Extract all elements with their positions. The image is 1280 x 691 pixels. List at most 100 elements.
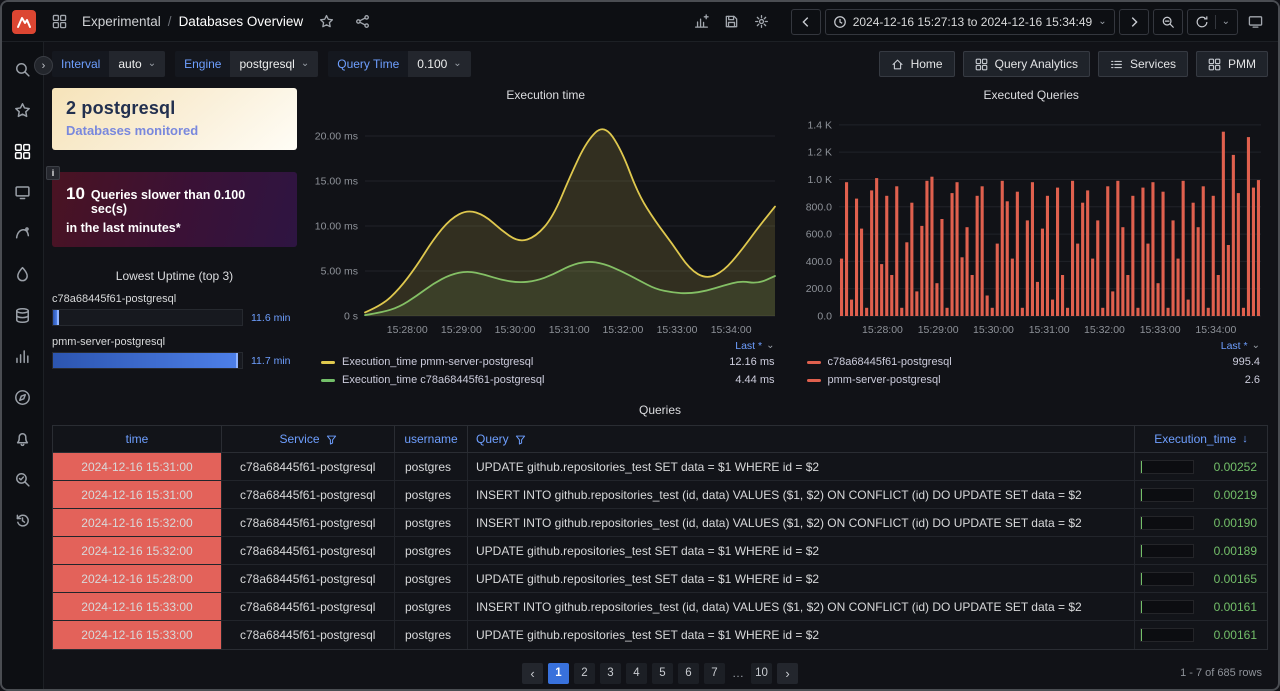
cell-time: 2024-12-16 15:31:00	[53, 453, 222, 481]
execution-gauge-track	[1140, 600, 1194, 614]
add-panel-icon[interactable]	[689, 9, 715, 35]
cell-query: UPDATE github.repositories_test SET data…	[468, 565, 1135, 593]
backup-icon	[14, 512, 31, 529]
query-time-control[interactable]: Query Time 0.100⌄	[328, 51, 470, 77]
pagination-next-button[interactable]: ›	[777, 663, 798, 684]
home-icon	[891, 58, 904, 71]
pagination-page-10[interactable]: 10	[751, 663, 772, 684]
legend-item[interactable]: Execution_time c78a68445f61-postgresql4.…	[321, 371, 775, 389]
pmm-button[interactable]: PMM	[1196, 51, 1268, 77]
table-row: 2024-12-16 15:33:00c78a68445f61-postgres…	[53, 593, 1267, 621]
pagination-page-7[interactable]: 7	[704, 663, 725, 684]
time-forward-button[interactable]	[1119, 9, 1149, 35]
breadcrumb-page[interactable]: Databases Overview	[179, 14, 304, 29]
execution-gauge-track	[1140, 488, 1194, 502]
cell-time: 2024-12-16 15:32:00	[53, 509, 222, 537]
starred-icon	[14, 102, 31, 119]
uptime-gauge: c78a68445f61-postgresql11.6 min	[52, 293, 297, 326]
legend-item[interactable]: Execution_time pmm-server-postgresql12.1…	[321, 353, 775, 371]
pagination-page-3[interactable]: 3	[600, 663, 621, 684]
legend-calc-header[interactable]: Last *⌄	[807, 338, 1261, 353]
zoom-out-button[interactable]	[1153, 9, 1183, 35]
interval-label: Interval	[52, 51, 109, 77]
sidebar-item-mysql[interactable]	[10, 220, 36, 246]
favorite-star-icon[interactable]	[313, 9, 339, 35]
sidebar-expand-button[interactable]: ›	[34, 56, 53, 75]
interval-value[interactable]: auto⌄	[109, 51, 165, 77]
svg-text:15:33:00: 15:33:00	[1139, 324, 1180, 336]
series-color-swatch	[807, 379, 821, 382]
table-row: 2024-12-16 15:32:00c78a68445f61-postgres…	[53, 509, 1267, 537]
chevron-down-icon: ⌄	[301, 59, 309, 69]
time-back-button[interactable]	[791, 9, 821, 35]
clock-icon	[833, 15, 847, 29]
sidebar-item-search[interactable]	[10, 56, 36, 82]
services-button[interactable]: Services	[1098, 51, 1188, 77]
panel-title: Lowest Uptime (top 3)	[52, 269, 297, 283]
execution-time-chart[interactable]: 0 s5.00 ms10.00 ms15.00 ms20.00 ms15:28:…	[309, 106, 783, 338]
time-range-picker[interactable]: 2024-12-16 15:27:13 to 2024-12-16 15:34:…	[825, 9, 1115, 35]
share-icon[interactable]	[349, 9, 375, 35]
legend-item[interactable]: c78a68445f61-postgresql995.4	[807, 353, 1261, 371]
time-range-text: 2024-12-16 15:27:13 to 2024-12-16 15:34:…	[853, 15, 1093, 29]
info-icon[interactable]: i	[46, 166, 60, 180]
sidebar-item-operating-system[interactable]	[10, 179, 36, 205]
refresh-button[interactable]: ⌄	[1187, 9, 1238, 35]
svg-text:10.00 ms: 10.00 ms	[315, 221, 358, 233]
column-header-username[interactable]: username	[395, 426, 468, 453]
mysql-icon	[14, 225, 31, 242]
sidebar-item-backup[interactable]	[10, 507, 36, 533]
sidebar-item-dashboards[interactable]	[10, 138, 36, 164]
sidebar-item-starred[interactable]	[10, 97, 36, 123]
legend-item[interactable]: pmm-server-postgresql2.6	[807, 371, 1261, 389]
query-analytics-button[interactable]: Query Analytics	[963, 51, 1090, 77]
breadcrumb-section[interactable]: Experimental	[82, 14, 161, 29]
cell-time: 2024-12-16 15:31:00	[53, 481, 222, 509]
engine-control[interactable]: Engine postgresql⌄	[175, 51, 318, 77]
filter-icon[interactable]	[515, 434, 526, 445]
cell-execution-time: 0.00219	[1135, 481, 1267, 509]
execution-time-value: 0.00219	[1202, 488, 1257, 502]
sidebar-item-explore[interactable]	[10, 384, 36, 410]
column-header-service[interactable]: Service	[222, 426, 395, 453]
pagination-prev-button[interactable]: ‹	[522, 663, 543, 684]
refresh-icon	[1195, 15, 1209, 29]
refresh-interval-caret[interactable]: ⌄	[1222, 17, 1230, 27]
pmm-logo[interactable]	[12, 10, 36, 34]
executed-queries-chart[interactable]: 0.0200.0400.0600.0800.01.0 K1.2 K1.4 K15…	[795, 106, 1269, 338]
sidebar-item-mongodb[interactable]	[10, 261, 36, 287]
filter-icon[interactable]	[326, 434, 337, 445]
apps-grid-icon[interactable]	[46, 9, 72, 35]
cell-username: postgres	[395, 565, 468, 593]
home-button[interactable]: Home	[879, 51, 955, 77]
column-header-execution-time[interactable]: Execution_time↓	[1135, 426, 1267, 453]
sidebar-item-query-analytics[interactable]	[10, 343, 36, 369]
alerting-icon	[14, 430, 31, 447]
interval-control[interactable]: Interval auto⌄	[52, 51, 165, 77]
column-header-query[interactable]: Query	[468, 426, 1135, 453]
save-dashboard-icon[interactable]	[719, 9, 745, 35]
table-row: 2024-12-16 15:33:00c78a68445f61-postgres…	[53, 621, 1267, 649]
svg-text:15.00 ms: 15.00 ms	[315, 176, 358, 188]
pagination-page-5[interactable]: 5	[652, 663, 673, 684]
table-row: 2024-12-16 15:28:00c78a68445f61-postgres…	[53, 565, 1267, 593]
legend-calc-header[interactable]: Last *⌄	[321, 338, 775, 353]
cell-query: INSERT INTO github.repositories_test (id…	[468, 509, 1135, 537]
cell-time: 2024-12-16 15:32:00	[53, 537, 222, 565]
tv-mode-icon[interactable]	[1242, 9, 1268, 35]
engine-value[interactable]: postgresql⌄	[230, 51, 318, 77]
pagination-page-4[interactable]: 4	[626, 663, 647, 684]
column-header-time[interactable]: time	[53, 426, 222, 453]
dashboard-settings-icon[interactable]	[749, 9, 775, 35]
query-time-value[interactable]: 0.100⌄	[408, 51, 470, 77]
series-color-swatch	[321, 379, 335, 382]
pagination-page-2[interactable]: 2	[574, 663, 595, 684]
sidebar-item-postgresql[interactable]	[10, 302, 36, 328]
sidebar-item-advisors[interactable]	[10, 466, 36, 492]
sidebar-item-alerting[interactable]	[10, 425, 36, 451]
execution-gauge-fill	[1141, 573, 1142, 585]
pagination-page-1[interactable]: 1	[548, 663, 569, 684]
pagination-page-6[interactable]: 6	[678, 663, 699, 684]
top-navigation: Experimental / Databases Overview 2024-1…	[2, 2, 1278, 42]
svg-text:15:34:00: 15:34:00	[711, 324, 752, 336]
